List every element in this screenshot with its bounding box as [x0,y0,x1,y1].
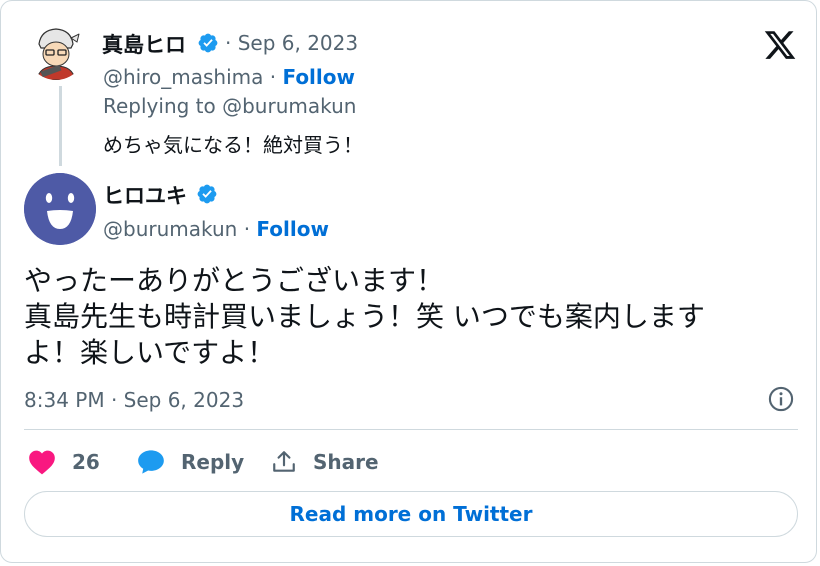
x-logo-icon[interactable] [763,28,797,62]
thread-connector-line [59,86,62,166]
read-more-button[interactable]: Read more on Twitter [24,491,798,537]
reply-button[interactable]: Reply [137,448,244,476]
heart-icon [29,450,55,475]
info-icon[interactable] [767,385,795,413]
reply-date[interactable]: · Sep 6, 2023 [225,31,358,55]
like-button[interactable]: 26 [28,448,100,476]
replying-to-label[interactable]: Replying to @burumakun [103,94,356,118]
like-count: 26 [72,450,100,474]
tweet-timestamp[interactable]: 8:34 PM · Sep 6, 2023 [24,388,244,412]
separator-dot: · [243,217,251,241]
verified-badge-icon [197,184,217,204]
share-button[interactable]: Share [271,448,379,476]
divider [24,429,798,430]
follow-button-hiro[interactable]: Follow [282,65,355,89]
verified-badge-icon [198,33,218,53]
reply-tweet-text: めちゃ気になる！絶対買う！ [103,133,363,157]
tweet-embed-card: 真島ヒロ · Sep 6, 2023 @hiro_mashima · Follo… [0,0,817,563]
reply-handle[interactable]: @hiro_mashima [103,65,263,89]
main-tweet-text: やったーありがとうございます！ 真島先生も時計買いましょう！笑 いつでも案内しま… [24,264,705,369]
follow-button-burumakun[interactable]: Follow [256,217,329,241]
share-upload-icon [273,451,295,472]
avatar-hiro-mashima[interactable] [27,22,85,80]
share-label: Share [313,450,379,474]
main-author-name[interactable]: ヒロユキ [103,180,187,210]
avatar-burumakun[interactable] [24,173,96,245]
reply-label: Reply [181,450,245,474]
reply-handle-row: @hiro_mashima · Follow [103,65,355,89]
separator-dot: · [269,65,277,89]
speech-bubble-icon [138,450,164,474]
reply-author-name[interactable]: 真島ヒロ [102,29,186,59]
main-handle-row: @burumakun · Follow [103,217,329,241]
main-handle[interactable]: @burumakun [103,217,237,241]
